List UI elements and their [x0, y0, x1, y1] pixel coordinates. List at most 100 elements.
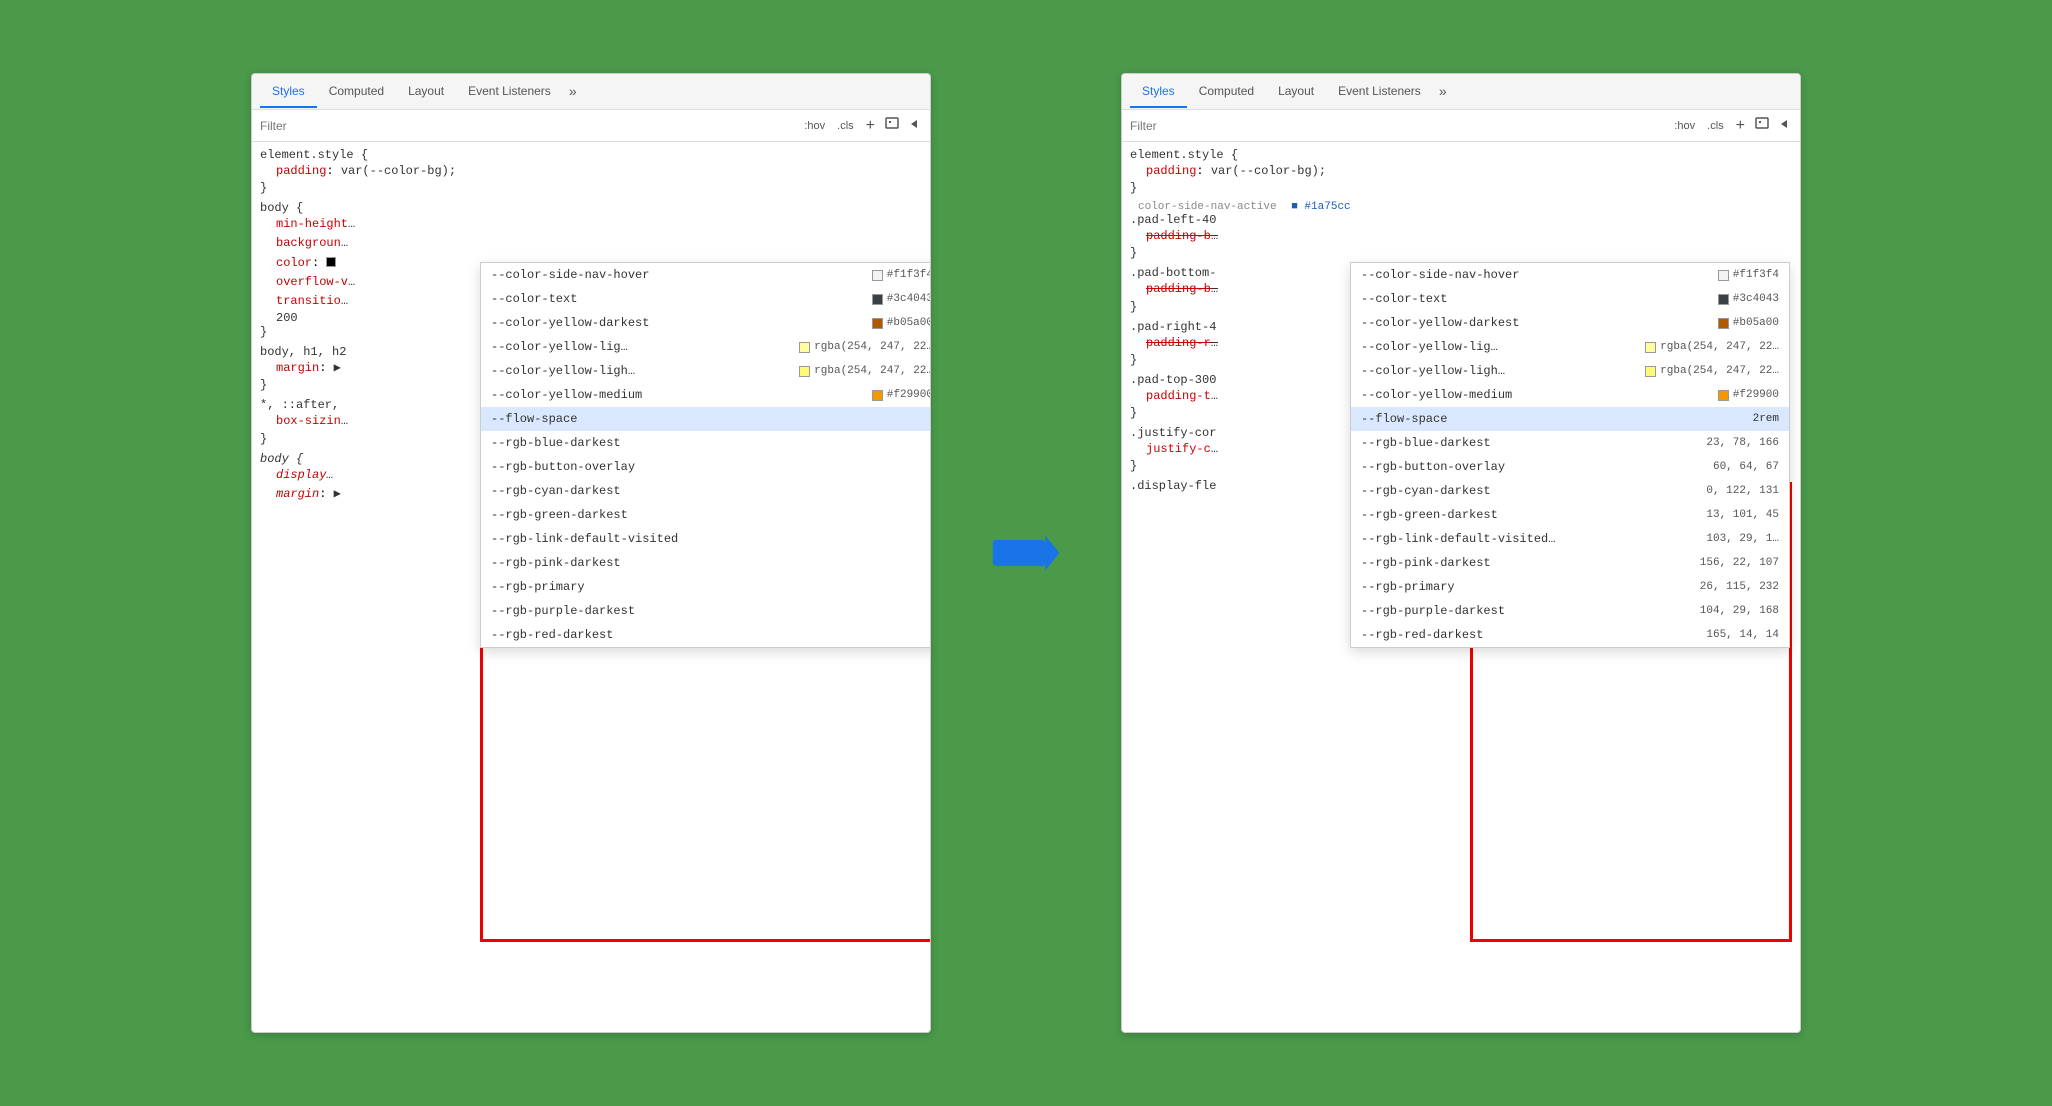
right-prop-name-justify: justify-c	[1146, 442, 1211, 456]
right-computed-value-8: 60, 64, 67	[1713, 459, 1779, 476]
autocomplete-item-5[interactable]: --color-yellow-medium #f29900	[481, 383, 930, 407]
right-computed-value-11: 103, 29, 1…	[1706, 531, 1779, 548]
right-hov-button[interactable]: :hov	[1671, 119, 1698, 133]
right-tab-more[interactable]: »	[1433, 75, 1453, 109]
autocomplete-item-13[interactable]: --rgb-primary	[481, 575, 930, 599]
prop-name-display-italic: display	[276, 468, 326, 482]
right-auto-item-7[interactable]: --rgb-blue-darkest 23, 78, 166	[1351, 431, 1789, 455]
right-auto-item-2[interactable]: --color-yellow-darkest #b05a00	[1351, 311, 1789, 335]
right-var-name-11: --rgb-link-default-visited…	[1361, 530, 1706, 548]
right-upper-hint: color-side-nav-active ■ #1a75cc	[1130, 201, 1792, 213]
var-name-2: --color-yellow-darkest	[491, 314, 872, 332]
right-auto-item-12[interactable]: --rgb-pink-darkest 156, 22, 107	[1351, 551, 1789, 575]
autocomplete-item-14[interactable]: --rgb-purple-darkest	[481, 599, 930, 623]
right-auto-item-5[interactable]: --color-yellow-medium #f29900	[1351, 383, 1789, 407]
autocomplete-item-0[interactable]: --color-side-nav-hover #f1f3f4	[481, 263, 930, 287]
left-paint-icon[interactable]	[884, 116, 900, 135]
right-auto-item-1[interactable]: --color-text #3c4043	[1351, 287, 1789, 311]
right-close-pad-left: }	[1130, 246, 1792, 260]
prop-name-min-height: min-height	[276, 217, 348, 231]
right-tabs-bar: Styles Computed Layout Event Listeners »	[1122, 74, 1800, 110]
right-tab-styles[interactable]: Styles	[1130, 76, 1187, 108]
right-auto-item-0[interactable]: --color-side-nav-hover #f1f3f4	[1351, 263, 1789, 287]
right-auto-item-4[interactable]: --color-yellow-ligh… rgba(254, 247, 22…	[1351, 359, 1789, 383]
autocomplete-item-7[interactable]: --rgb-blue-darkest	[481, 431, 930, 455]
right-tab-event-listeners[interactable]: Event Listeners	[1326, 76, 1433, 108]
right-auto-item-15[interactable]: --rgb-red-darkest 165, 14, 14	[1351, 623, 1789, 647]
right-color-value-4: rgba(254, 247, 22…	[1660, 363, 1779, 380]
color-preview-1	[872, 294, 883, 305]
right-auto-item-9[interactable]: --rgb-cyan-darkest 0, 122, 131	[1351, 479, 1789, 503]
right-prop-value-padding: var(--color-bg);	[1211, 164, 1326, 178]
var-name-7: --rgb-blue-darkest	[491, 434, 930, 452]
left-tab-event-listeners[interactable]: Event Listeners	[456, 76, 563, 108]
left-arrow-icon[interactable]	[906, 116, 922, 135]
left-tab-layout[interactable]: Layout	[396, 76, 456, 108]
left-filter-input[interactable]	[260, 119, 795, 133]
right-css-block-pad-left: .pad-left-40 padding-b… }	[1130, 213, 1792, 260]
left-tab-computed[interactable]: Computed	[317, 76, 396, 108]
var-name-15: --rgb-red-darkest	[491, 626, 930, 644]
right-cls-button[interactable]: .cls	[1704, 119, 1727, 133]
right-auto-item-6[interactable]: --flow-space 2rem	[1351, 407, 1789, 431]
autocomplete-item-10[interactable]: --rgb-green-darkest	[481, 503, 930, 527]
right-var-name-7: --rgb-blue-darkest	[1361, 434, 1706, 452]
right-css-close-1: }	[1130, 181, 1792, 195]
right-color-preview-3	[1645, 342, 1656, 353]
autocomplete-item-3[interactable]: --color-yellow-lig… rgba(254, 247, 22…	[481, 335, 930, 359]
var-name-5: --color-yellow-medium	[491, 386, 872, 404]
autocomplete-item-11[interactable]: --rgb-link-default-visited	[481, 527, 930, 551]
autocomplete-item-9[interactable]: --rgb-cyan-darkest	[481, 479, 930, 503]
right-filter-input[interactable]	[1130, 119, 1665, 133]
right-prop-name-pad-bottom: padding-b	[1146, 282, 1211, 296]
left-cls-button[interactable]: .cls	[834, 119, 857, 133]
var-name-8: --rgb-button-overlay	[491, 458, 930, 476]
css-selector-element: element.style {	[260, 148, 922, 162]
right-auto-item-14[interactable]: --rgb-purple-darkest 104, 29, 168	[1351, 599, 1789, 623]
right-var-name-14: --rgb-purple-darkest	[1361, 602, 1700, 620]
right-auto-item-13[interactable]: --rgb-primary 26, 115, 232	[1351, 575, 1789, 599]
left-tab-styles[interactable]: Styles	[260, 76, 317, 108]
arrow-container	[991, 528, 1061, 578]
var-name-4: --color-yellow-ligh…	[491, 362, 799, 380]
upper-hint-text: color-side-nav-active	[1138, 201, 1277, 213]
right-styles-content: element.style { padding: var(--color-bg)…	[1122, 142, 1800, 1032]
right-tab-layout[interactable]: Layout	[1266, 76, 1326, 108]
right-var-name-3: --color-yellow-lig…	[1361, 338, 1645, 356]
right-color-value-0: #f1f3f4	[1733, 267, 1779, 284]
left-filter-bar: :hov .cls +	[252, 110, 930, 142]
autocomplete-item-15[interactable]: --rgb-red-darkest	[481, 623, 930, 647]
css-close-1: }	[260, 181, 922, 195]
left-hov-button[interactable]: :hov	[801, 119, 828, 133]
right-tab-computed[interactable]: Computed	[1187, 76, 1266, 108]
right-plus-button[interactable]: +	[1733, 116, 1748, 136]
right-paint-icon[interactable]	[1754, 116, 1770, 135]
var-name-10: --rgb-green-darkest	[491, 506, 930, 524]
autocomplete-item-4[interactable]: --color-yellow-ligh… rgba(254, 247, 22…	[481, 359, 930, 383]
autocomplete-item-2[interactable]: --color-yellow-darkest #b05a00	[481, 311, 930, 335]
right-css-selector-element: element.style {	[1130, 148, 1792, 162]
prop-name-margin-h1: margin	[276, 361, 319, 375]
right-computed-value-13: 26, 115, 232	[1700, 579, 1779, 596]
right-arrow-icon[interactable]	[1776, 116, 1792, 135]
right-var-name-15: --rgb-red-darkest	[1361, 626, 1706, 644]
left-plus-button[interactable]: +	[863, 116, 878, 136]
autocomplete-item-8[interactable]: --rgb-button-overlay	[481, 455, 930, 479]
right-css-prop-padding: padding: var(--color-bg);	[1130, 162, 1792, 181]
var-name-0: --color-side-nav-hover	[491, 266, 872, 284]
var-name-6: --flow-space	[491, 410, 930, 428]
right-computed-value-9: 0, 122, 131	[1706, 483, 1779, 500]
autocomplete-item-1[interactable]: --color-text #3c4043	[481, 287, 930, 311]
right-auto-item-11[interactable]: --rgb-link-default-visited… 103, 29, 1…	[1351, 527, 1789, 551]
var-name-9: --rgb-cyan-darkest	[491, 482, 930, 500]
right-var-name-6: --flow-space	[1361, 410, 1753, 428]
left-tab-more[interactable]: »	[563, 75, 583, 109]
right-auto-item-3[interactable]: --color-yellow-lig… rgba(254, 247, 22…	[1351, 335, 1789, 359]
right-auto-item-10[interactable]: --rgb-green-darkest 13, 101, 45	[1351, 503, 1789, 527]
right-prop-pad-left: padding-b…	[1130, 227, 1792, 246]
var-name-1: --color-text	[491, 290, 872, 308]
right-computed-value-7: 23, 78, 166	[1706, 435, 1779, 452]
autocomplete-item-6[interactable]: --flow-space	[481, 407, 930, 431]
right-auto-item-8[interactable]: --rgb-button-overlay 60, 64, 67	[1351, 455, 1789, 479]
autocomplete-item-12[interactable]: --rgb-pink-darkest	[481, 551, 930, 575]
